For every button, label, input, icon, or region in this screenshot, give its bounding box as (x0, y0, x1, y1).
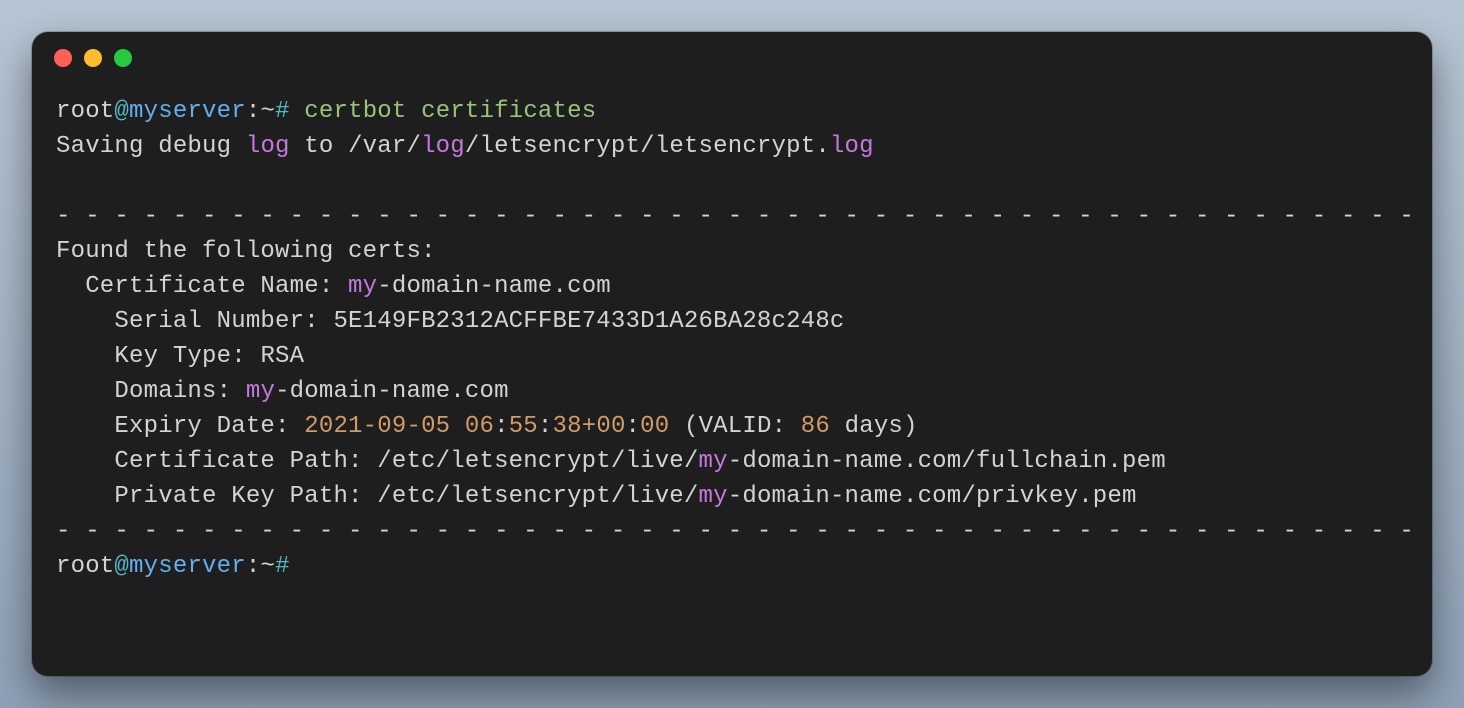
keypath-label: Private Key Path: /etc/letsencrypt/live/ (56, 483, 699, 510)
keypath-rest: -domain-name.com/privkey.pem (728, 483, 1137, 510)
saving-tail: /letsencrypt/letsencrypt. (465, 133, 830, 160)
prompt-host: myserver (129, 98, 246, 125)
certpath-line: Certificate Path: /etc/letsencrypt/live/… (32, 444, 1432, 479)
close-icon[interactable] (54, 49, 72, 67)
terminal-window: root@myserver:~# certbot certificates Sa… (32, 32, 1432, 676)
expiry-colon-1: : (494, 413, 509, 440)
certpath-kw: my (699, 448, 728, 475)
cert-name-rest: -domain-name.com (377, 273, 611, 300)
serial-label: Serial Number: (56, 308, 333, 335)
minimize-icon[interactable] (84, 49, 102, 67)
prompt-hash: # (275, 98, 290, 125)
expiry-colon-2: : (538, 413, 553, 440)
prompt-line-2: root@myserver:~# (32, 549, 1432, 584)
domains-rest: -domain-name.com (275, 378, 509, 405)
certpath-rest: -domain-name.com/fullchain.pem (728, 448, 1166, 475)
divider-bottom: - - - - - - - - - - - - - - - - - - - - … (32, 514, 1432, 549)
prompt-line-1: root@myserver:~# certbot certificates (32, 94, 1432, 129)
prompt2-at-symbol: @ (114, 553, 129, 580)
expiry-days: 86 (801, 413, 830, 440)
prompt2-user: root (56, 553, 114, 580)
keytype-label: Key Type: (56, 343, 260, 370)
saving-log-kw-2: log (421, 133, 465, 160)
keytype-value: RSA (260, 343, 304, 370)
prompt-at-symbol: @ (114, 98, 129, 125)
expiry-date: 2021-09-05 06 (304, 413, 494, 440)
expiry-min: 55 (509, 413, 538, 440)
expiry-tz: 00 (640, 413, 669, 440)
expiry-tail: days) (830, 413, 918, 440)
zoom-icon[interactable] (114, 49, 132, 67)
domains-label: Domains: (56, 378, 246, 405)
cert-name-line: Certificate Name: my-domain-name.com (32, 269, 1432, 304)
terminal-body[interactable]: root@myserver:~# certbot certificates Sa… (32, 84, 1432, 606)
serial-value: 5E149FB2312ACFFBE7433D1A26BA28c248c (333, 308, 844, 335)
prompt2-host: myserver (129, 553, 246, 580)
certpath-label: Certificate Path: /etc/letsencrypt/live/ (56, 448, 699, 475)
keypath-line: Private Key Path: /etc/letsencrypt/live/… (32, 479, 1432, 514)
window-titlebar (32, 32, 1432, 84)
expiry-line: Expiry Date: 2021-09-05 06:55:38+00:00 (… (32, 409, 1432, 444)
cert-name-label: Certificate Name: (56, 273, 348, 300)
expiry-sec: 38+00 (553, 413, 626, 440)
saving-log-kw-3: log (830, 133, 874, 160)
expiry-colon-3: : (626, 413, 641, 440)
saving-mid: to /var/ (290, 133, 421, 160)
keypath-kw: my (699, 483, 728, 510)
keytype-line: Key Type: RSA (32, 339, 1432, 374)
domains-line: Domains: my-domain-name.com (32, 374, 1432, 409)
prompt2-hash: # (275, 553, 290, 580)
prompt2-tilde: ~ (260, 553, 275, 580)
divider-top: - - - - - - - - - - - - - - - - - - - - … (32, 199, 1432, 234)
prompt-user: root (56, 98, 114, 125)
prompt2-pathsep: : (246, 553, 261, 580)
serial-line: Serial Number: 5E149FB2312ACFFBE7433D1A2… (32, 304, 1432, 339)
command-text: certbot certificates (304, 98, 596, 125)
page-background: root@myserver:~# certbot certificates Sa… (0, 0, 1464, 708)
expiry-valid-prefix: (VALID: (669, 413, 800, 440)
saving-prefix: Saving debug (56, 133, 246, 160)
expiry-label: Expiry Date: (56, 413, 304, 440)
blank-line (32, 164, 1432, 199)
prompt-pathsep: : (246, 98, 261, 125)
prompt-space (290, 98, 305, 125)
prompt-tilde: ~ (260, 98, 275, 125)
domains-kw: my (246, 378, 275, 405)
cert-name-kw: my (348, 273, 377, 300)
output-saving-line: Saving debug log to /var/log/letsencrypt… (32, 129, 1432, 164)
found-line: Found the following certs: (32, 234, 1432, 269)
saving-log-kw-1: log (246, 133, 290, 160)
